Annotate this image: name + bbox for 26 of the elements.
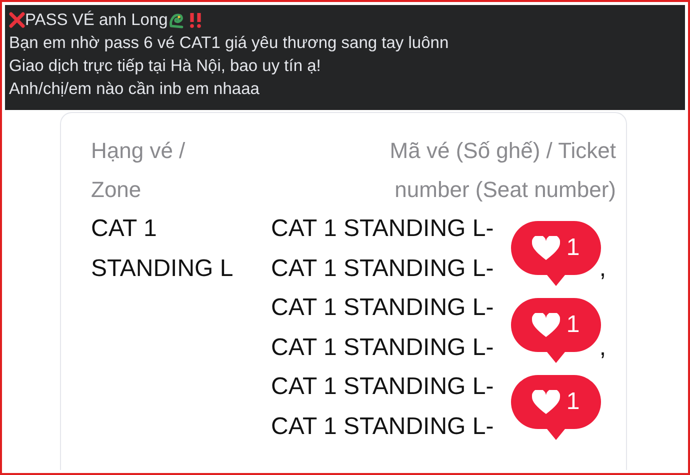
dragon-icon [168,12,185,28]
column-header: number (Seat number) [394,176,616,204]
column-header: Hạng vé / [91,137,186,165]
zone-text: CAT 1 [91,214,157,244]
seat-text: CAT 1 STANDING L- [271,214,494,244]
seat-text: CAT 1 STANDING L- [271,254,494,284]
post-text: Anh/chị/em nào cần inb em nhaaa [9,79,260,100]
post-text: Giao dịch trực tiếp tại Hà Nội, bao uy tín ạ! [9,56,322,77]
cross-icon [9,12,25,28]
column-header: Mã vé (Số ghế) / Ticket [390,137,616,165]
seat-text: CAT 1 STANDING L- [271,412,494,442]
like-count: 1 [566,388,580,416]
seat-text: CAT 1 STANDING L- [271,332,494,362]
like-count: 1 [566,234,580,262]
heart-icon [532,236,560,260]
column-header: Zone [91,176,142,204]
post-title: PASS VÉ anh Long [25,10,168,31]
seat-text: , [599,332,606,362]
seat-text: CAT 1 STANDING L- [271,372,494,402]
post-text: Bạn em nhờ pass 6 vé CAT1 giá yêu thương sang tay luônn [9,33,450,54]
seat-text: CAT 1 STANDING L- [271,293,494,323]
like-count: 1 [566,311,580,339]
heart-icon [532,312,560,338]
heart-icon [532,390,560,414]
zone-text: STANDING L [91,254,234,284]
seat-text: , [599,254,606,284]
